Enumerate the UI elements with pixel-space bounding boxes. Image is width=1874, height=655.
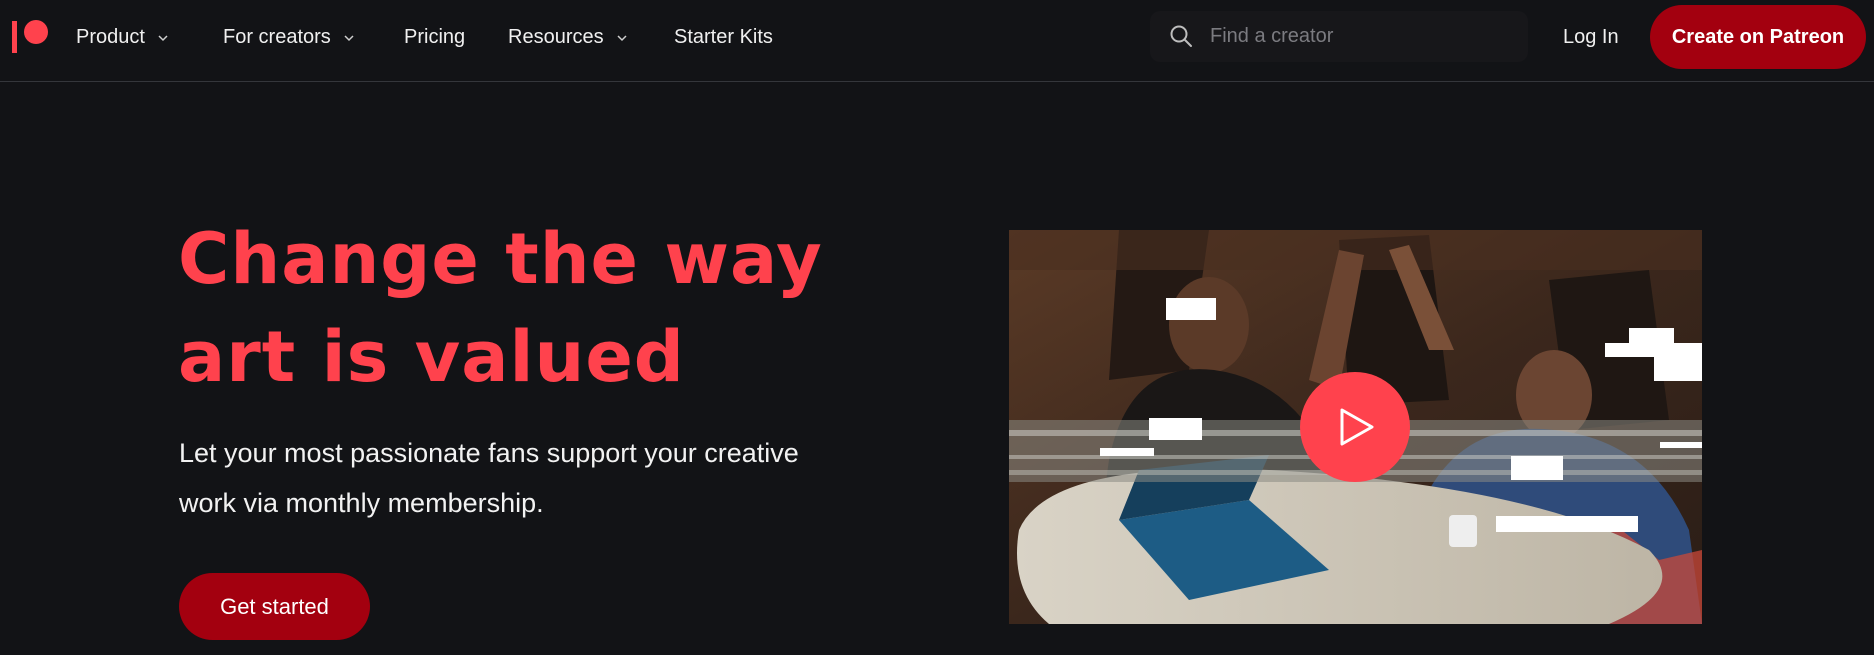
chevron-down-icon	[344, 35, 354, 42]
play-icon	[1340, 408, 1374, 446]
nav-for-creators[interactable]: For creators	[223, 22, 355, 52]
hero-headline-line2: art is valued	[178, 316, 685, 398]
hero-headline: Change the way art is valued	[178, 210, 878, 406]
play-button[interactable]	[1300, 372, 1410, 482]
top-nav: Product For creators Pricing Resources S…	[0, 0, 1874, 82]
login-label: Log In	[1563, 25, 1619, 48]
login-link[interactable]: Log In	[1563, 22, 1619, 52]
nav-product[interactable]: Product	[76, 22, 169, 52]
chevron-down-icon	[158, 35, 168, 42]
hero-headline-line1: Change the way	[178, 218, 823, 300]
nav-pricing-label: Pricing	[404, 25, 466, 48]
nav-resources-label: Resources	[508, 25, 604, 48]
chevron-down-icon	[617, 35, 627, 42]
create-on-patreon-label: Create on Patreon	[1671, 25, 1845, 48]
search-icon	[1170, 25, 1192, 47]
nav-starter-kits-label: Starter Kits	[674, 25, 773, 48]
nav-pricing[interactable]: Pricing	[404, 22, 465, 52]
nav-resources[interactable]: Resources	[508, 22, 628, 52]
nav-product-label: Product	[76, 25, 145, 48]
hero-subheading-line1: Let your most passionate fans support yo…	[179, 438, 799, 468]
get-started-button[interactable]: Get started	[179, 573, 370, 640]
search-input[interactable]	[1210, 25, 1510, 48]
hero-subheading-line2: work via monthly membership.	[179, 488, 544, 518]
search-box[interactable]	[1150, 11, 1528, 62]
get-started-label: Get started	[220, 593, 329, 619]
patreon-logo-icon[interactable]	[12, 19, 50, 53]
create-on-patreon-button[interactable]: Create on Patreon	[1650, 5, 1866, 69]
nav-starter-kits[interactable]: Starter Kits	[674, 22, 773, 52]
hero-subheading: Let your most passionate fans support yo…	[179, 428, 899, 528]
nav-for-creators-label: For creators	[223, 25, 331, 48]
